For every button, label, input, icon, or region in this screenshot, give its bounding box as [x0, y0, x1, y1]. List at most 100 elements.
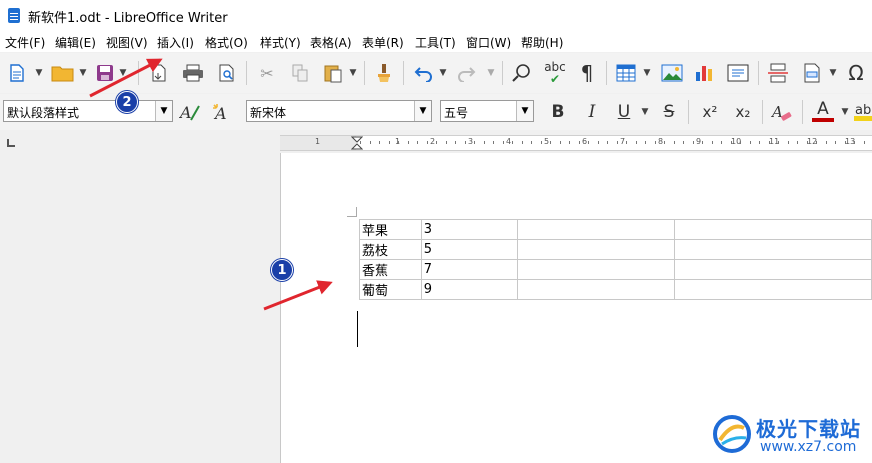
copy-icon[interactable]	[289, 61, 311, 85]
tab-stop-icon[interactable]	[7, 139, 15, 147]
menu-format[interactable]: 格式(O)	[205, 34, 248, 51]
special-character-icon[interactable]: Ω	[844, 61, 868, 85]
export-pdf-icon[interactable]	[148, 61, 170, 85]
document-table[interactable]: 苹果 3 荔枝 5 香蕉 7 葡萄 9	[359, 219, 872, 300]
insert-field-icon[interactable]	[800, 61, 824, 85]
menu-edit[interactable]: 编辑(E)	[55, 34, 96, 51]
chevron-down-icon[interactable]: ▼	[348, 65, 358, 81]
table-cell-empty[interactable]	[674, 279, 872, 300]
table-cell-empty[interactable]	[674, 219, 872, 240]
menu-bar: 文件(F) 编辑(E) 视图(V) 插入(I) 格式(O) 样式(Y) 表格(A…	[0, 30, 872, 52]
table-cell-empty[interactable]	[674, 259, 872, 280]
ruler-tick	[503, 141, 504, 144]
menu-help[interactable]: 帮助(H)	[521, 34, 563, 51]
cut-icon[interactable]: ✂	[256, 61, 278, 85]
table-row: 苹果 3	[359, 219, 872, 240]
chevron-down-icon[interactable]: ▼	[155, 101, 172, 121]
menu-form[interactable]: 表单(R)	[362, 34, 404, 51]
highlighting-icon[interactable]: ab	[854, 98, 872, 124]
table-cell-empty[interactable]	[517, 219, 676, 240]
table-cell-empty[interactable]	[674, 239, 872, 260]
ruler-tick	[408, 141, 409, 144]
chevron-down-icon[interactable]: ▼	[78, 65, 88, 81]
ruler-label: 9	[696, 137, 702, 146]
page-break-icon[interactable]	[766, 61, 790, 85]
strikethrough-button[interactable]: S	[657, 100, 681, 124]
insert-image-icon[interactable]	[660, 61, 684, 85]
table-cell-empty[interactable]	[517, 259, 676, 280]
table-cell-empty[interactable]	[517, 239, 676, 260]
chevron-down-icon[interactable]: ▼	[34, 65, 44, 81]
ruler-tick	[550, 141, 551, 144]
ruler-tick	[759, 141, 760, 144]
printer-icon[interactable]	[181, 61, 205, 85]
font-size-combobox[interactable]: 五号 ▼	[440, 100, 534, 122]
font-name-combobox[interactable]: 新宋体 ▼	[246, 100, 432, 122]
title-bar: 新软件1.odt - LibreOffice Writer	[0, 0, 872, 30]
ruler-tick	[465, 141, 466, 144]
italic-button[interactable]: I	[580, 100, 604, 124]
menu-view[interactable]: 视图(V)	[106, 34, 148, 51]
table-cell-value[interactable]: 9	[420, 279, 519, 300]
insert-chart-icon[interactable]	[693, 61, 717, 85]
window-title: 新软件1.odt - LibreOffice Writer	[28, 11, 228, 26]
ruler-tick	[598, 141, 599, 144]
ruler-tick	[389, 141, 390, 144]
menu-styles[interactable]: 样式(Y)	[260, 34, 301, 51]
paragraph-style-combobox[interactable]: 默认段落样式 ▼	[3, 100, 173, 122]
menu-table[interactable]: 表格(A)	[310, 34, 352, 51]
menu-file[interactable]: 文件(F)	[5, 34, 45, 51]
clone-formatting-icon[interactable]	[373, 61, 395, 85]
redo-icon[interactable]	[455, 61, 477, 85]
menu-tools[interactable]: 工具(T)	[415, 34, 456, 51]
chevron-down-icon[interactable]: ▼	[828, 65, 838, 81]
chevron-down-icon[interactable]: ▼	[642, 65, 652, 81]
chevron-down-icon[interactable]: ▼	[414, 101, 431, 121]
find-replace-icon[interactable]	[510, 61, 534, 85]
paste-icon[interactable]	[322, 61, 344, 85]
chevron-down-icon[interactable]: ▼	[516, 101, 533, 121]
ruler-tick	[769, 141, 770, 144]
subscript-button[interactable]: x₂	[730, 100, 756, 124]
superscript-button[interactable]: x²	[697, 100, 723, 124]
clear-formatting-icon[interactable]: A	[770, 100, 794, 124]
spellcheck-icon[interactable]: abc ✔	[541, 59, 569, 87]
table-cell-value[interactable]: 7	[420, 259, 519, 280]
ruler-tick	[427, 141, 428, 144]
ruler-tick	[455, 141, 456, 144]
menu-insert[interactable]: 插入(I)	[157, 34, 194, 51]
ruler-tick	[807, 141, 808, 144]
table-cell-name[interactable]: 苹果	[359, 219, 422, 240]
underline-button[interactable]: U	[612, 100, 636, 124]
insert-textbox-icon[interactable]	[726, 61, 750, 85]
formatting-marks-icon[interactable]: ¶	[576, 61, 598, 85]
table-cell-name[interactable]: 香蕉	[359, 259, 422, 280]
new-style-icon[interactable]: A	[210, 100, 234, 124]
chevron-down-icon[interactable]: ▼	[640, 104, 650, 120]
table-cell-value[interactable]: 3	[420, 219, 519, 240]
save-icon[interactable]	[94, 61, 116, 85]
bold-button[interactable]: B	[546, 100, 570, 124]
chevron-down-icon[interactable]: ▼	[438, 65, 448, 81]
chevron-down-icon[interactable]: ▼	[486, 65, 496, 81]
indent-marker-icon[interactable]	[351, 136, 363, 150]
undo-icon[interactable]	[413, 61, 435, 85]
table-cell-value[interactable]: 5	[420, 239, 519, 260]
table-cell-empty[interactable]	[517, 279, 676, 300]
horizontal-ruler[interactable]: 1 1 2 3 4 5 6 7 8 9 10 11 12 13	[280, 135, 872, 151]
update-style-icon[interactable]: A	[178, 100, 202, 124]
ruler-tick	[636, 141, 637, 144]
ruler-tick	[617, 141, 618, 144]
print-preview-icon[interactable]	[216, 61, 238, 85]
watermark-logo-icon	[713, 415, 751, 453]
menu-window[interactable]: 窗口(W)	[466, 34, 511, 51]
new-document-icon[interactable]	[6, 61, 28, 85]
table-cell-name[interactable]: 荔枝	[359, 239, 422, 260]
chevron-down-icon[interactable]: ▼	[118, 65, 128, 81]
open-folder-icon[interactable]	[50, 61, 76, 85]
chevron-down-icon[interactable]: ▼	[840, 104, 850, 120]
table-cell-name[interactable]: 葡萄	[359, 279, 422, 300]
font-color-button[interactable]: A	[810, 98, 836, 124]
ruler-tick	[740, 141, 741, 144]
insert-table-icon[interactable]	[614, 61, 638, 85]
